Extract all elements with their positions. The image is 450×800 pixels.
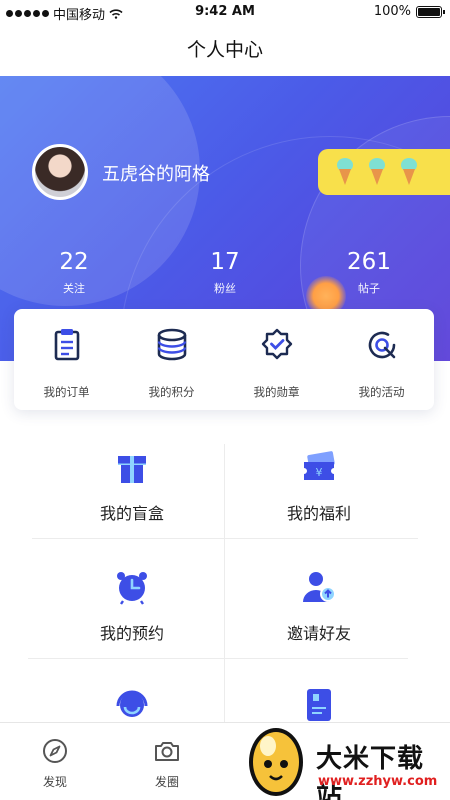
watermark-logo (249, 728, 303, 796)
avatar[interactable] (32, 144, 88, 200)
medal-icon (261, 328, 292, 360)
headset-icon (116, 690, 148, 717)
quick-item-label: 我的活动 (358, 385, 405, 399)
battery-icon (416, 5, 445, 18)
stat-label: 帖子 (358, 282, 380, 295)
tab-discover[interactable]: 发现 (20, 737, 90, 790)
quick-item-activities[interactable]: 我的活动 (329, 327, 434, 400)
quick-item-points[interactable]: 我的积分 (119, 327, 224, 400)
clipboard-icon (54, 329, 79, 361)
alarm-clock-icon (117, 572, 147, 605)
page-title: 个人中心 (0, 24, 450, 76)
grid-divider (32, 538, 418, 539)
ice-cream-icon (398, 158, 420, 186)
status-right: 100% (373, 4, 445, 19)
grid-divider (28, 658, 408, 659)
stat-value: 261 (347, 249, 391, 275)
feature-grid: 我的盲盒 ¥ 我的福利 我的预约 邀请好友 (0, 444, 450, 724)
grid-item-label: 我的盲盒 (99, 504, 164, 523)
tab-label: 发圈 (154, 775, 179, 789)
stat-label: 关注 (63, 282, 85, 295)
compass-icon (43, 739, 67, 763)
stat-value: 17 (210, 249, 240, 275)
tab-label: 发现 (42, 775, 67, 789)
camera-icon (155, 742, 179, 761)
grid-item-welfare[interactable]: ¥ 我的福利 (224, 448, 414, 524)
grid-item-label: 我的福利 (286, 504, 351, 523)
database-icon (157, 328, 186, 361)
grid-item-customer-service[interactable] (37, 686, 227, 724)
svg-text:¥: ¥ (316, 466, 323, 479)
tab-post[interactable]: 发圈 (132, 737, 202, 790)
stat-following[interactable]: 22 关注 (24, 248, 124, 296)
quick-item-medals[interactable]: 我的勋章 (224, 327, 329, 400)
stat-label: 粉丝 (214, 282, 236, 295)
ice-cream-icon (334, 158, 356, 186)
quick-item-orders[interactable]: 我的订单 (14, 327, 119, 400)
watermark-url: www.zzhyw.com (318, 774, 438, 789)
status-bar: 中国移动 9:42 AM 100% (0, 0, 450, 24)
username[interactable]: 五虎谷的阿格 (102, 160, 210, 186)
ice-cream-icon (366, 158, 388, 186)
ticket-icon: ¥ (304, 451, 335, 480)
grid-item-label: 我的预约 (99, 624, 164, 643)
add-user-icon (303, 572, 336, 602)
quick-item-label: 我的积分 (148, 385, 195, 399)
grid-item-appointments[interactable]: 我的预约 (37, 568, 227, 644)
ice-cream-badges[interactable] (318, 149, 450, 195)
gift-box-icon (118, 456, 146, 483)
stat-posts[interactable]: 261 帖子 (319, 248, 419, 296)
quick-item-label: 我的订单 (43, 385, 90, 399)
battery-percent: 100% (373, 4, 411, 19)
target-icon (368, 331, 395, 359)
grid-item-invite-friends[interactable]: 邀请好友 (224, 568, 414, 644)
stats-row: 22 关注 17 粉丝 261 帖子 (0, 248, 450, 298)
grid-item-blind-box[interactable]: 我的盲盒 (37, 448, 227, 524)
watermark-title: 大米下载站 (316, 744, 425, 800)
quick-actions-card: 我的订单 我的积分 我的勋章 我的活动 (14, 309, 434, 410)
watermark: 大米下载站 www.zzhyw.com (238, 718, 450, 800)
stat-value: 22 (59, 249, 89, 275)
quick-item-label: 我的勋章 (253, 385, 300, 399)
grid-item-label: 邀请好友 (286, 624, 351, 643)
stat-followers[interactable]: 17 粉丝 (175, 248, 275, 296)
